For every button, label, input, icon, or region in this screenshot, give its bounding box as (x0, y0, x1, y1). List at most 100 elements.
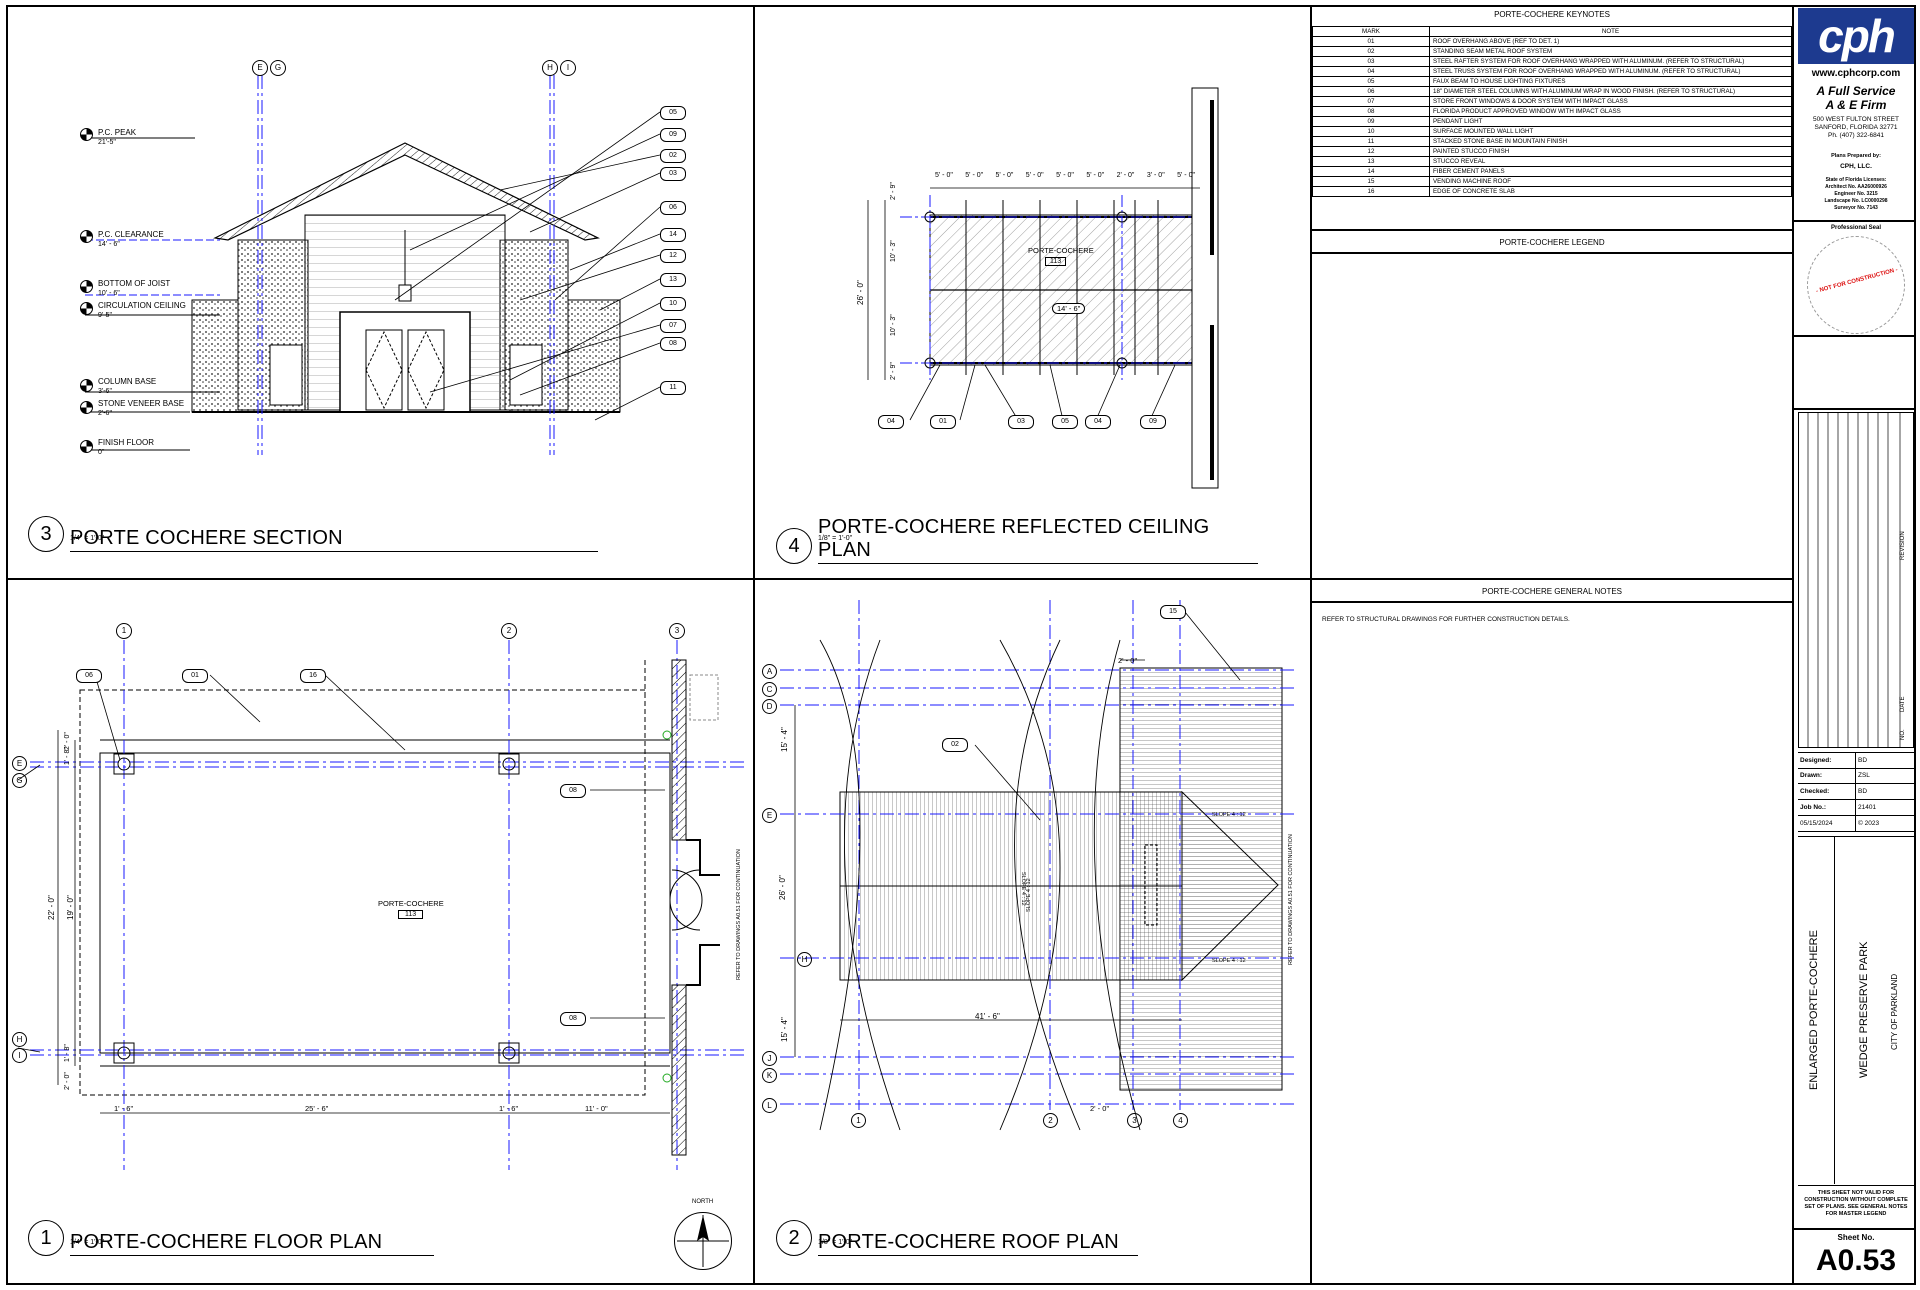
keynote-mark: 11 (1312, 136, 1430, 147)
room-number: 113 (398, 910, 424, 919)
grid-bubble: H (12, 1032, 27, 1047)
keynote-mark: 16 (1312, 186, 1430, 197)
keynote-text: ROOF OVERHANG ABOVE (REF TO DET. 1) (1429, 36, 1792, 47)
dim-label: 2' - 0" (64, 1072, 71, 1090)
table-row: 16 EDGE OF CONCRETE SLAB (1312, 186, 1792, 197)
grid-bubble: J (762, 1051, 777, 1066)
project-divider (1834, 836, 1835, 1184)
keynote-mark: 12 (1312, 146, 1430, 157)
keynote-tag: 01 (182, 669, 208, 683)
grid-bubble: I (12, 1048, 27, 1063)
dim-label: 26' - 0" (856, 280, 865, 305)
keynote-tag: 14 (660, 228, 686, 242)
column-header: NOTE (1429, 26, 1792, 37)
keynote-mark: 14 (1312, 166, 1430, 177)
keynote-text: FAUX BEAM TO HOUSE LIGHTING FIXTURES (1429, 76, 1792, 87)
dim-label: 2' - 0" (1116, 172, 1135, 179)
dim-label: 2' - 0" (1118, 656, 1138, 665)
keynote-tag: 09 (1140, 415, 1166, 429)
grid-bubble: 2 (1043, 1113, 1058, 1128)
info-row: Job No.: 21401 (1798, 800, 1914, 816)
column-header: MARK (1312, 26, 1430, 37)
grid-bubble: 3 (1127, 1113, 1142, 1128)
level-name: P.C. CLEARANCE (98, 230, 164, 239)
keynote-tag: 03 (1008, 415, 1034, 429)
grid-bubble: 1 (851, 1113, 866, 1128)
dim-label: 5' - 0" (1086, 172, 1105, 179)
keynote-tag: 07 (660, 319, 686, 333)
sheet-number: A0.53 (1815, 1244, 1897, 1277)
revision-label: REVISION (1900, 531, 1906, 560)
table-row: 15 VENDING MACHINE ROOF (1312, 176, 1792, 187)
grid-bubble: D (762, 699, 777, 714)
dim-label: 1' - 8" (64, 1044, 71, 1062)
table-row: 01 ROOF OVERHANG ABOVE (REF TO DET. 1) (1312, 36, 1792, 47)
view-scale: 1/8" = 1'-0" (818, 1239, 853, 1246)
panel-divider-h (6, 578, 1310, 580)
keynote-tag: 06 (660, 201, 686, 215)
dim-label: 15' - 4" (780, 727, 789, 752)
info-label: 05/15/2024 (1800, 820, 1833, 827)
grid-bubble: C (762, 682, 777, 697)
north-arrow-icon (677, 1215, 729, 1267)
view-name: PORTE COCHERE SECTION (70, 527, 598, 552)
level-elev: 3'-6" (98, 388, 112, 395)
info-value: BD (1858, 757, 1868, 764)
table-row: 14 FIBER CEMENT PANELS (1312, 166, 1792, 177)
grid-bubble: G (12, 773, 27, 788)
keynotes-table: MARK NOTE 01 ROOF OVERHANG ABOVE (REF TO … (1312, 26, 1792, 197)
floor-plan-drawing (17, 640, 745, 1170)
info-label: Checked: (1800, 788, 1830, 795)
keynote-text: STANDING SEAM METAL ROOF SYSTEM (1429, 46, 1792, 57)
level-name: BOTTOM OF JOIST (98, 279, 171, 288)
keynote-tag: 05 (660, 106, 686, 120)
slope-label: SLOPE 4 : 12 (1026, 878, 1032, 912)
keynote-text: 18" DIAMETER STEEL COLUMNS WITH ALUMINUM… (1429, 86, 1792, 97)
table-row: 07 STORE FRONT WINDOWS & DOOR SYSTEM WITH… (1312, 96, 1792, 107)
level-marker (80, 379, 93, 394)
info-value: ZSL (1858, 772, 1870, 779)
level-marker (80, 280, 93, 295)
level-name: COLUMN BASE (98, 377, 157, 386)
keynote-text: FLORIDA PRODUCT APPROVED WINDOW WITH IMP… (1429, 106, 1792, 117)
seal-label: Professional Seal (1830, 225, 1882, 231)
keynote-mark: 10 (1312, 126, 1430, 137)
room-name: PORTE-COCHERE (1028, 246, 1094, 255)
room-name: PORTE-COCHERE (378, 899, 444, 908)
view-number: 4 (776, 528, 812, 564)
table-row: 10 SURFACE MOUNTED WALL LIGHT (1312, 126, 1792, 137)
company-tagline: A Full Service (1816, 84, 1896, 98)
level-marker (80, 401, 93, 416)
keynote-tag: 01 (930, 415, 956, 429)
general-note-text: REFER TO STRUCTURAL DRAWINGS FOR FURTHER… (1322, 616, 1570, 623)
view-number: 1 (28, 1220, 64, 1256)
license: Architect No. AA26000926 (1825, 184, 1887, 190)
keynote-mark: 15 (1312, 176, 1430, 187)
ceiling-height-tag: 14' - 6" (1052, 303, 1086, 314)
notes-underline (1310, 601, 1792, 603)
keynote-tag: 15 (1160, 605, 1186, 619)
keynote-text: SURFACE MOUNTED WALL LIGHT (1429, 126, 1792, 137)
keynote-text: VENDING MACHINE ROOF (1429, 176, 1792, 187)
dim-label: 19' - 0" (66, 895, 75, 920)
tb-divider (1794, 335, 1916, 337)
client-name: CITY OF PARKLAND (1890, 973, 1899, 1050)
level-marker (80, 302, 93, 317)
dim-label: 15' - 4" (780, 1017, 789, 1042)
grid-bubble: G (270, 60, 286, 76)
info-divider (1855, 752, 1856, 832)
info-row: Designed: BD (1798, 752, 1914, 769)
table-row: 12 PAINTED STUCCO FINISH (1312, 146, 1792, 157)
info-value: 21401 (1858, 804, 1877, 811)
legend-divider (1310, 229, 1792, 231)
dim-label: 10' - 3" (890, 314, 897, 336)
company-tagline: A & E Firm (1825, 98, 1887, 112)
level-marker (80, 128, 93, 141)
grid-bubble: A (762, 664, 777, 679)
keynote-text: PAINTED STUCCO FINISH (1429, 146, 1792, 157)
general-notes-title: PORTE-COCHERE GENERAL NOTES (1481, 587, 1623, 596)
keynote-text: STACKED STONE BASE IN MOUNTAIN FINISH (1429, 136, 1792, 147)
keynote-mark: 07 (1312, 96, 1430, 107)
dim-label: 5' - 0" (965, 172, 984, 179)
legend-title: PORTE-COCHERE LEGEND (1499, 238, 1605, 247)
